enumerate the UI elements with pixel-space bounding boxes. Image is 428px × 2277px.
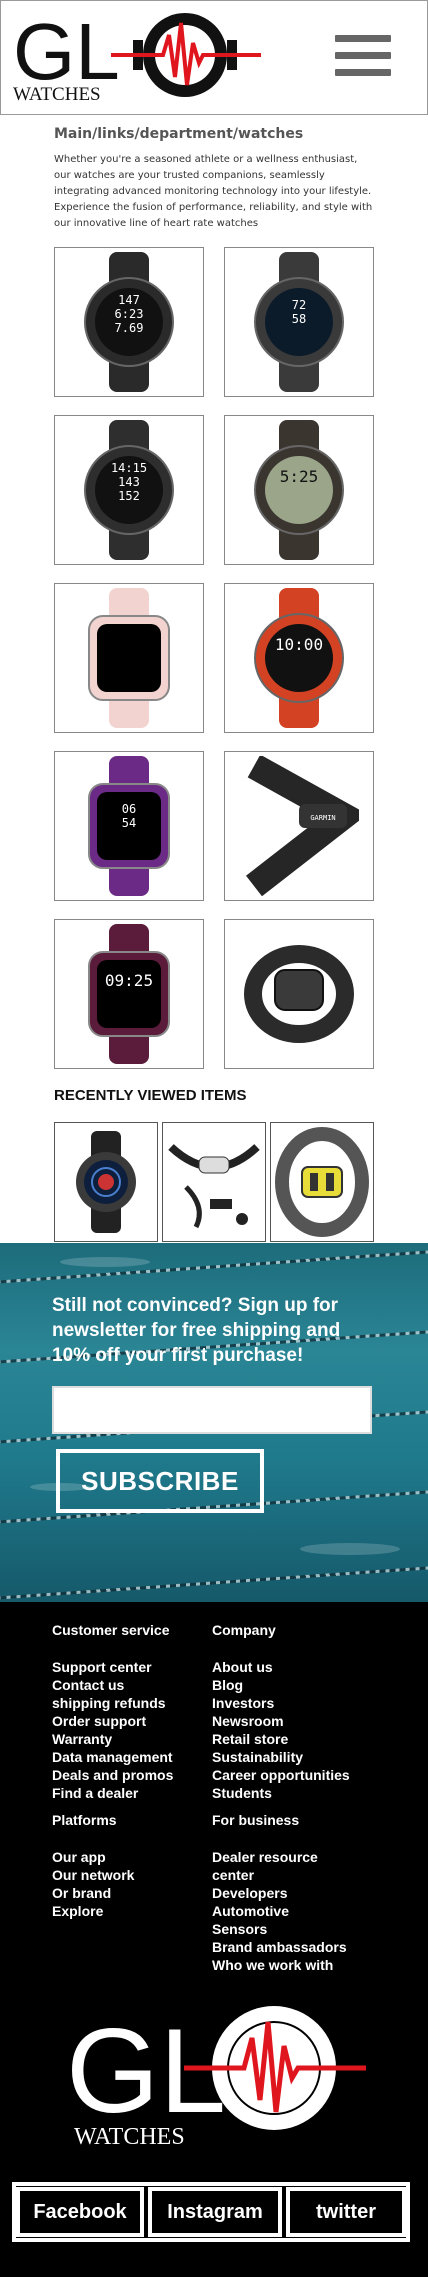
footer-link-business[interactable]: Automotive (212, 1902, 347, 1920)
product-card-pink-smart-watch[interactable] (54, 583, 204, 733)
watch-screen-text: 10:00 (275, 635, 323, 654)
footer-link-business[interactable]: Sensors (212, 1920, 347, 1938)
footer-link-company[interactable]: Career opportunities (212, 1766, 350, 1784)
footer-link-business[interactable]: Brand ambassadors (212, 1938, 347, 1956)
product-image (88, 588, 170, 728)
watch-screen-text: 147 (118, 293, 140, 307)
footer-link-company[interactable]: Retail store (212, 1730, 350, 1748)
product-image (244, 945, 354, 1043)
logo-letters: GL (13, 7, 120, 96)
recent-item-chest-strap-kit[interactable] (162, 1122, 266, 1242)
footer-link-customer-service[interactable]: Data management (52, 1748, 173, 1766)
subscribe-button[interactable]: SUBSCRIBE (56, 1449, 264, 1513)
footer-logo-wordmark: WATCHES (74, 2124, 185, 2150)
product-image: 0654 (88, 756, 170, 896)
watch-screen-text: 5:25 (280, 467, 319, 486)
watch-screen-text: 14:15 (111, 461, 147, 475)
watch-screen-text: GARMIN (310, 814, 335, 822)
watch-screen-text: 58 (292, 312, 306, 326)
hamburger-menu-icon[interactable] (335, 35, 391, 79)
product-card-armband-monitor[interactable] (224, 919, 374, 1069)
watch-screen-text: 143 (118, 475, 140, 489)
breadcrumb: Main/links/department/watches (54, 126, 304, 142)
twitter-link[interactable]: twitter (286, 2187, 406, 2237)
footer-link-business[interactable]: center (212, 1866, 347, 1884)
footer-link-business[interactable]: Dealer resource (212, 1848, 347, 1866)
footer-link-company[interactable]: About us (212, 1658, 350, 1676)
facebook-link[interactable]: Facebook (16, 2187, 144, 2237)
newsletter-headline: Still not convinced? Sign up for newslet… (52, 1295, 341, 1366)
product-card-digital-lcd-watch[interactable]: 5:25 (224, 415, 374, 565)
footer-link-customer-service[interactable]: Contact us (52, 1676, 173, 1694)
footer-link-customer-service[interactable]: Find a dealer (52, 1784, 173, 1802)
watch-screen-text: 6:23 (115, 307, 144, 321)
site-footer: Customer service Support center Contact u… (0, 1602, 428, 2277)
footer-link-company[interactable]: Sustainability (212, 1748, 350, 1766)
product-image: 14:15143152 (84, 420, 174, 560)
email-field[interactable] (52, 1386, 372, 1434)
footer-link-platforms[interactable]: Our network (52, 1866, 134, 1884)
footer-heading-customer-service: Customer service (52, 1622, 170, 1638)
footer-brand-logo[interactable]: GL WATCHES (66, 2002, 366, 2150)
product-card-red-outdoor-watch[interactable]: 10:00 (224, 583, 374, 733)
footer-link-company[interactable]: Newsroom (212, 1712, 350, 1730)
intro-text: Whether you're a seasoned athlete or a w… (54, 154, 373, 229)
footer-link-customer-service[interactable]: Order support (52, 1712, 173, 1730)
site-header: GL WATCHES (0, 0, 428, 115)
footer-link-customer-service[interactable]: shipping refunds (52, 1694, 173, 1712)
product-card-plum-smart-watch[interactable]: 09:25 (54, 919, 204, 1069)
product-image: 5:25 (254, 420, 344, 560)
watch-screen-text: 72 (292, 298, 306, 312)
watch-screen-text: 09:25 (105, 971, 153, 990)
logo-wordmark: WATCHES (13, 84, 101, 103)
footer-link-company[interactable]: Investors (212, 1694, 350, 1712)
heartbeat-o-icon (111, 13, 261, 97)
footer-link-customer-service[interactable]: Warranty (52, 1730, 173, 1748)
product-image: GARMIN (246, 756, 359, 896)
recent-item-round-black-watch[interactable] (54, 1122, 158, 1242)
footer-heading-business: For business (212, 1812, 300, 1828)
footer-link-customer-service[interactable]: Support center (52, 1658, 173, 1676)
footer-link-company[interactable]: Students (212, 1784, 350, 1802)
footer-customer-service: Customer service Support center Contact u… (52, 1622, 173, 1802)
watch-screen-text: 06 (122, 802, 136, 816)
recently-viewed-heading: RECENTLY VIEWED ITEMS (54, 1087, 247, 1104)
product-card-black-sport-watch[interactable]: 147 6:23 7.69 (54, 247, 204, 397)
footer-heading-company: Company (212, 1622, 276, 1638)
footer-link-business[interactable]: Who we work with (212, 1956, 347, 1974)
footer-link-company[interactable]: Blog (212, 1676, 350, 1694)
product-image: 1476:237.69 (84, 252, 174, 392)
product-card-gray-running-watch[interactable]: 72 58 (224, 247, 374, 397)
watch-screen-text: 7.69 (115, 321, 144, 335)
product-image: 10:00 (254, 588, 344, 728)
watch-screen-text: 152 (118, 489, 140, 503)
watch-screen-text: 54 (122, 816, 136, 830)
footer-link-platforms[interactable]: Explore (52, 1902, 134, 1920)
product-card-purple-fitness-band[interactable]: 06 54 (54, 751, 204, 901)
product-image: 7258 (254, 252, 344, 392)
footer-link-platforms[interactable]: Our app (52, 1848, 134, 1866)
footer-heading-platforms: Platforms (52, 1812, 117, 1828)
product-card-charcoal-fitness-watch[interactable]: 14:15 143 152 (54, 415, 204, 565)
instagram-link[interactable]: Instagram (148, 2187, 282, 2237)
footer-platforms: Platforms Our app Our network Or brand Expl… (52, 1812, 134, 1920)
footer-company: Company About us Blog Investors Newsroom Ret… (212, 1622, 350, 1802)
recent-item-yellow-armband[interactable] (270, 1122, 374, 1242)
product-image: 09:25 (88, 924, 170, 1064)
product-card-chest-strap-monitor[interactable]: GARMIN (224, 751, 374, 901)
footer-link-customer-service[interactable]: Deals and promos (52, 1766, 173, 1784)
newsletter-section: Still not convinced? Sign up for newslet… (0, 1243, 428, 1602)
brand-logo[interactable]: GL WATCHES (13, 7, 263, 103)
footer-link-business[interactable]: Developers (212, 1884, 347, 1902)
footer-link-platforms[interactable]: Or brand (52, 1884, 134, 1902)
footer-business: For business Dealer resource center Develo… (212, 1812, 347, 1974)
